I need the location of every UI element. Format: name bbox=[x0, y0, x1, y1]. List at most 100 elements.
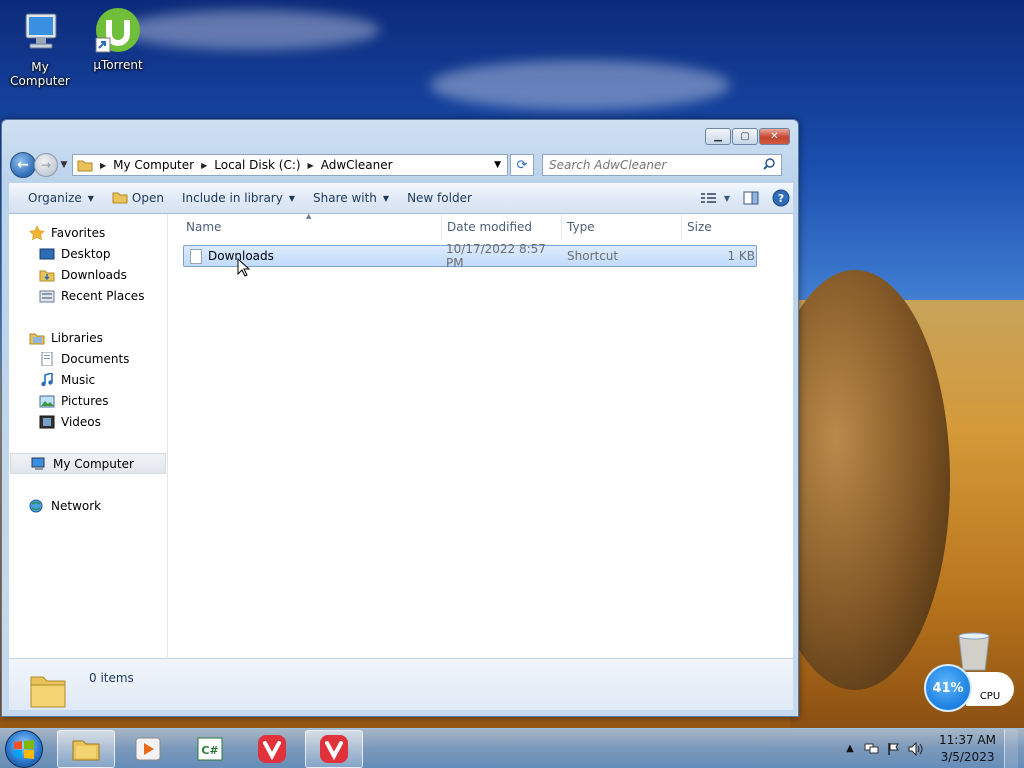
details-pane: 0 items bbox=[9, 658, 793, 710]
desktop-icon bbox=[39, 247, 55, 261]
column-header-type[interactable]: Type bbox=[562, 214, 682, 240]
new-folder-label: New folder bbox=[407, 191, 472, 205]
folder-icon bbox=[29, 669, 67, 709]
nav-my-computer[interactable]: My Computer bbox=[10, 453, 166, 474]
volume-icon[interactable] bbox=[907, 741, 925, 757]
chevron-right-icon[interactable]: ▶ bbox=[305, 161, 317, 170]
chevron-down-icon: ▼ bbox=[87, 193, 94, 203]
taskbar-csharp-button[interactable]: C# bbox=[181, 730, 239, 768]
caption-buttons: ▁ ▢ ✕ bbox=[704, 128, 790, 145]
music-icon bbox=[39, 371, 55, 387]
open-button[interactable]: Open bbox=[103, 183, 173, 213]
nav-label: Downloads bbox=[61, 267, 127, 282]
nav-documents[interactable]: Documents bbox=[9, 348, 167, 369]
nav-label: Videos bbox=[61, 414, 101, 429]
show-desktop-button[interactable] bbox=[1004, 728, 1018, 768]
column-label: Type bbox=[567, 220, 595, 234]
documents-icon bbox=[39, 351, 55, 366]
chevron-down-icon: ▼ bbox=[288, 193, 295, 203]
refresh-button[interactable]: ⟳ bbox=[510, 154, 534, 176]
taskbar: C# ▲ 11:37 AM 3/5/2023 bbox=[0, 728, 1024, 768]
chevron-down-icon[interactable]: ▼ bbox=[721, 188, 733, 208]
file-size: 1 KB bbox=[727, 249, 755, 263]
address-dropdown-icon[interactable]: ▼ bbox=[494, 160, 501, 170]
breadcrumb-adwcleaner[interactable]: AdwCleaner bbox=[317, 158, 397, 172]
navigation-bar: ← → ▼ ▶ My Computer ▶ Local Disk (C:) ▶ … bbox=[10, 152, 792, 178]
taskbar-explorer-button[interactable] bbox=[57, 729, 115, 768]
taskbar-vivaldi-button[interactable] bbox=[243, 730, 301, 768]
clock-time: 11:37 AM bbox=[939, 732, 996, 747]
nav-network[interactable]: Network bbox=[9, 495, 167, 516]
column-header-date-modified[interactable]: Date modified bbox=[442, 214, 562, 240]
svg-text:?: ? bbox=[778, 192, 784, 205]
breadcrumb-local-disk[interactable]: Local Disk (C:) bbox=[210, 158, 304, 172]
address-bar[interactable]: ▶ My Computer ▶ Local Disk (C:) ▶ AdwCle… bbox=[72, 154, 508, 176]
search-box[interactable] bbox=[542, 154, 782, 176]
share-with-button[interactable]: Share with ▼ bbox=[304, 183, 398, 213]
desktop-icon-my-computer[interactable]: My Computer bbox=[0, 8, 80, 88]
svg-text:C#: C# bbox=[201, 744, 218, 757]
breadcrumb-my-computer[interactable]: My Computer bbox=[109, 158, 198, 172]
file-date: 10/17/2022 8:57 PM bbox=[446, 242, 546, 270]
computer-icon bbox=[16, 8, 64, 56]
explorer-folder-icon bbox=[72, 740, 100, 760]
desktop-icon-label: µTorrent bbox=[93, 58, 143, 72]
action-center-flag-icon[interactable] bbox=[885, 741, 903, 757]
clock[interactable]: 11:37 AM 3/5/2023 bbox=[939, 732, 996, 766]
help-icon[interactable]: ? bbox=[769, 188, 793, 208]
recent-pages-dropdown[interactable]: ▼ bbox=[58, 160, 70, 170]
recent-places-icon bbox=[39, 289, 55, 303]
nav-recent-places[interactable]: Recent Places bbox=[9, 285, 167, 306]
column-label: Size bbox=[687, 220, 712, 234]
folder-icon bbox=[73, 158, 97, 172]
chevron-down-icon: ▼ bbox=[382, 193, 390, 203]
nav-music[interactable]: Music bbox=[9, 369, 167, 390]
nav-downloads[interactable]: Downloads bbox=[9, 264, 167, 285]
search-input[interactable] bbox=[549, 158, 749, 172]
nav-libraries[interactable]: Libraries bbox=[9, 327, 167, 348]
file-row[interactable]: Downloads 10/17/2022 8:57 PM Shortcut 1 … bbox=[183, 242, 757, 270]
search-icon[interactable] bbox=[763, 157, 775, 173]
nav-label: Network bbox=[51, 498, 102, 513]
chevron-right-icon[interactable]: ▶ bbox=[97, 161, 109, 170]
view-options-icon[interactable] bbox=[697, 188, 721, 208]
open-label: Open bbox=[131, 191, 164, 205]
cpu-meter-gadget[interactable]: CPU 41% bbox=[924, 664, 1016, 712]
preview-pane-icon[interactable] bbox=[739, 188, 763, 208]
chevron-right-icon[interactable]: ▶ bbox=[198, 161, 210, 170]
close-button[interactable]: ✕ bbox=[759, 128, 790, 145]
back-button[interactable]: ← bbox=[10, 152, 36, 178]
show-hidden-icons-icon[interactable]: ▲ bbox=[841, 741, 859, 757]
taskbar-vivaldi-button-2[interactable] bbox=[305, 729, 363, 768]
taskbar-media-player-button[interactable] bbox=[119, 730, 177, 768]
cloud bbox=[430, 60, 730, 110]
cpu-label: CPU bbox=[979, 691, 1001, 702]
nav-videos[interactable]: Videos bbox=[9, 411, 167, 432]
file-type: Shortcut bbox=[567, 249, 619, 263]
column-label: Name bbox=[186, 220, 222, 234]
maximize-button[interactable]: ▢ bbox=[732, 128, 758, 145]
network-tray-icon[interactable] bbox=[863, 741, 881, 757]
nav-desktop[interactable]: Desktop bbox=[9, 243, 167, 264]
column-header-name[interactable]: Name bbox=[168, 214, 442, 240]
star-icon bbox=[29, 224, 45, 240]
minimize-button[interactable]: ▁ bbox=[705, 128, 731, 145]
start-button[interactable] bbox=[5, 729, 43, 768]
sort-ascending-icon: ▲ bbox=[306, 212, 312, 220]
nav-pictures[interactable]: Pictures bbox=[9, 390, 167, 411]
cloud bbox=[120, 10, 380, 50]
mouse-pointer-icon bbox=[237, 258, 251, 277]
desktop-icon-utorrent[interactable]: µTorrent bbox=[78, 6, 158, 72]
clock-date: 3/5/2023 bbox=[940, 749, 995, 764]
include-in-library-button[interactable]: Include in library ▼ bbox=[173, 183, 304, 213]
organize-label: Organize bbox=[28, 191, 82, 205]
shortcut-file-icon bbox=[190, 248, 202, 264]
nav-label: Favorites bbox=[51, 225, 106, 240]
organize-button[interactable]: Organize ▼ bbox=[9, 183, 103, 213]
forward-button[interactable]: → bbox=[34, 153, 58, 177]
nav-favorites[interactable]: Favorites bbox=[9, 222, 167, 243]
new-folder-button[interactable]: New folder bbox=[398, 183, 481, 213]
cpu-percent: 41% bbox=[924, 664, 972, 712]
content-area: Favorites Desktop Downloads Recent Place… bbox=[9, 212, 793, 658]
column-header-size[interactable]: Size bbox=[682, 214, 762, 240]
